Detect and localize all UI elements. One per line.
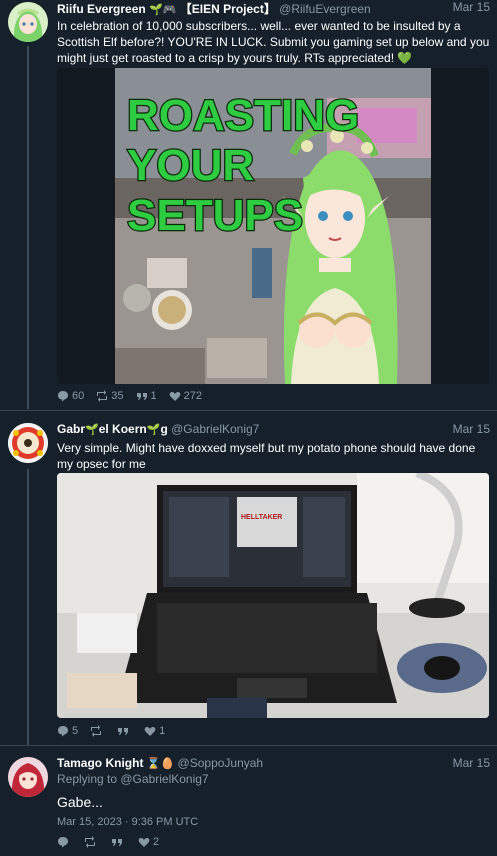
handle[interactable]: @RiifuEvergreen: [279, 2, 371, 16]
display-name-part3[interactable]: g: [160, 422, 167, 436]
quote-button[interactable]: [117, 725, 132, 737]
quote-icon: [136, 393, 147, 400]
tweet-date[interactable]: Mar 15: [453, 422, 490, 436]
retweet-icon: [97, 390, 108, 402]
avatar-gabriel-icon: [8, 423, 48, 463]
handle[interactable]: @GabrielKonig7: [171, 422, 259, 436]
thread-line: [27, 469, 29, 745]
avatar[interactable]: [8, 757, 48, 797]
reply-count: 5: [72, 725, 79, 737]
reply-icon: [58, 837, 68, 848]
replying-to-handle[interactable]: @GabrielKonig7: [120, 772, 208, 786]
quote-button[interactable]: [111, 836, 126, 848]
tweet-date[interactable]: Mar 15: [453, 756, 490, 770]
laptop-screen-title: HELLTAKER: [241, 514, 282, 521]
reply-icon: [58, 391, 68, 402]
tweet-riifu[interactable]: Riifu Evergreen 🌱🎮 【EIEN Project】 @Riifu…: [0, 0, 497, 409]
name-emoji: 🌱: [85, 424, 99, 436]
tweet-gabriel[interactable]: Gabr🌱el Koern🌱g @GabrielKonig7 Mar 15 Ve…: [0, 411, 497, 745]
tweet-actions: 60 35 1 272: [57, 389, 202, 403]
like-button[interactable]: 272: [169, 390, 202, 402]
display-name-part2[interactable]: el Koern: [99, 422, 147, 436]
name-emoji: 🌱: [146, 424, 161, 436]
quote-button[interactable]: 1: [136, 390, 157, 402]
retweet-button[interactable]: [84, 836, 99, 848]
retweet-icon: [85, 836, 95, 848]
reply-button[interactable]: [57, 836, 72, 848]
tweet-timestamp[interactable]: Mar 15, 2023 · 9:36 PM UTC: [57, 814, 490, 830]
image-title-line1: ROASTING: [127, 91, 359, 140]
tweet-header: Tamago Knight ⌛🥚 @SoppoJunyah Mar 15: [57, 756, 490, 772]
tweet-image[interactable]: ROASTING YOUR SETUPS: [57, 68, 489, 384]
tweet-text: In celebration of 10,000 subscribers... …: [57, 19, 490, 65]
name-suffix: 【EIEN Project】: [179, 2, 276, 16]
tweet-image[interactable]: HELLTAKER: [57, 473, 489, 718]
avatar-riifu-icon: [8, 2, 48, 42]
retweet-button[interactable]: [90, 725, 105, 737]
reply-icon: [58, 726, 68, 737]
image-title-line3: SETUPS: [127, 191, 303, 240]
quote-icon: [118, 728, 129, 735]
display-name[interactable]: Tamago Knight: [57, 756, 143, 770]
reply-count: 60: [72, 390, 85, 402]
handle[interactable]: @SoppoJunyah: [178, 756, 264, 770]
like-button[interactable]: 1: [144, 725, 165, 737]
tweet-text: Very simple. Might have doxxed myself bu…: [57, 441, 476, 471]
thread-line: [27, 46, 29, 409]
quote-count: 1: [150, 390, 157, 402]
heart-icon: [138, 838, 150, 847]
quote-icon: [112, 839, 122, 846]
avatar[interactable]: [8, 423, 48, 463]
tweet-header: Riifu Evergreen 🌱🎮 【EIEN Project】 @Riifu…: [57, 0, 490, 16]
avatar[interactable]: [8, 2, 48, 42]
tweet-header: Gabr🌱el Koern🌱g @GabrielKonig7 Mar 15: [57, 422, 490, 438]
roasting-setups-image: ROASTING YOUR SETUPS: [57, 68, 489, 384]
heart-icon: [144, 727, 156, 736]
display-name-part1[interactable]: Gabr: [57, 422, 85, 436]
like-count: 272: [183, 390, 202, 402]
tweet-text: Gabe...: [57, 794, 103, 810]
retweet-count: 35: [111, 390, 124, 402]
laptop-photo: HELLTAKER: [57, 473, 489, 718]
display-name[interactable]: Riifu Evergreen: [57, 2, 146, 16]
name-emoji: ⌛🥚: [146, 758, 175, 770]
replying-prefix: Replying to: [57, 772, 121, 786]
retweet-icon: [91, 725, 102, 737]
reply-button[interactable]: 60: [57, 390, 84, 402]
reply-button[interactable]: 5: [57, 725, 78, 737]
tweet-tamago[interactable]: Tamago Knight ⌛🥚 @SoppoJunyah Mar 15 Rep…: [0, 746, 497, 856]
heart-icon: [169, 392, 180, 401]
tweet-actions: 5 1: [57, 724, 165, 738]
retweet-button[interactable]: 35: [96, 390, 124, 402]
avatar-tamago-icon: [8, 757, 48, 797]
replying-to: Replying to @GabrielKonig7: [57, 771, 490, 787]
name-emoji: 🌱🎮: [149, 4, 177, 16]
like-button[interactable]: 2: [138, 836, 159, 848]
tweet-actions: 2: [57, 835, 159, 849]
tweet-date[interactable]: Mar 15: [453, 0, 490, 14]
like-count: 1: [159, 725, 166, 737]
image-title-line2: YOUR: [127, 141, 254, 190]
like-count: 2: [153, 836, 160, 848]
